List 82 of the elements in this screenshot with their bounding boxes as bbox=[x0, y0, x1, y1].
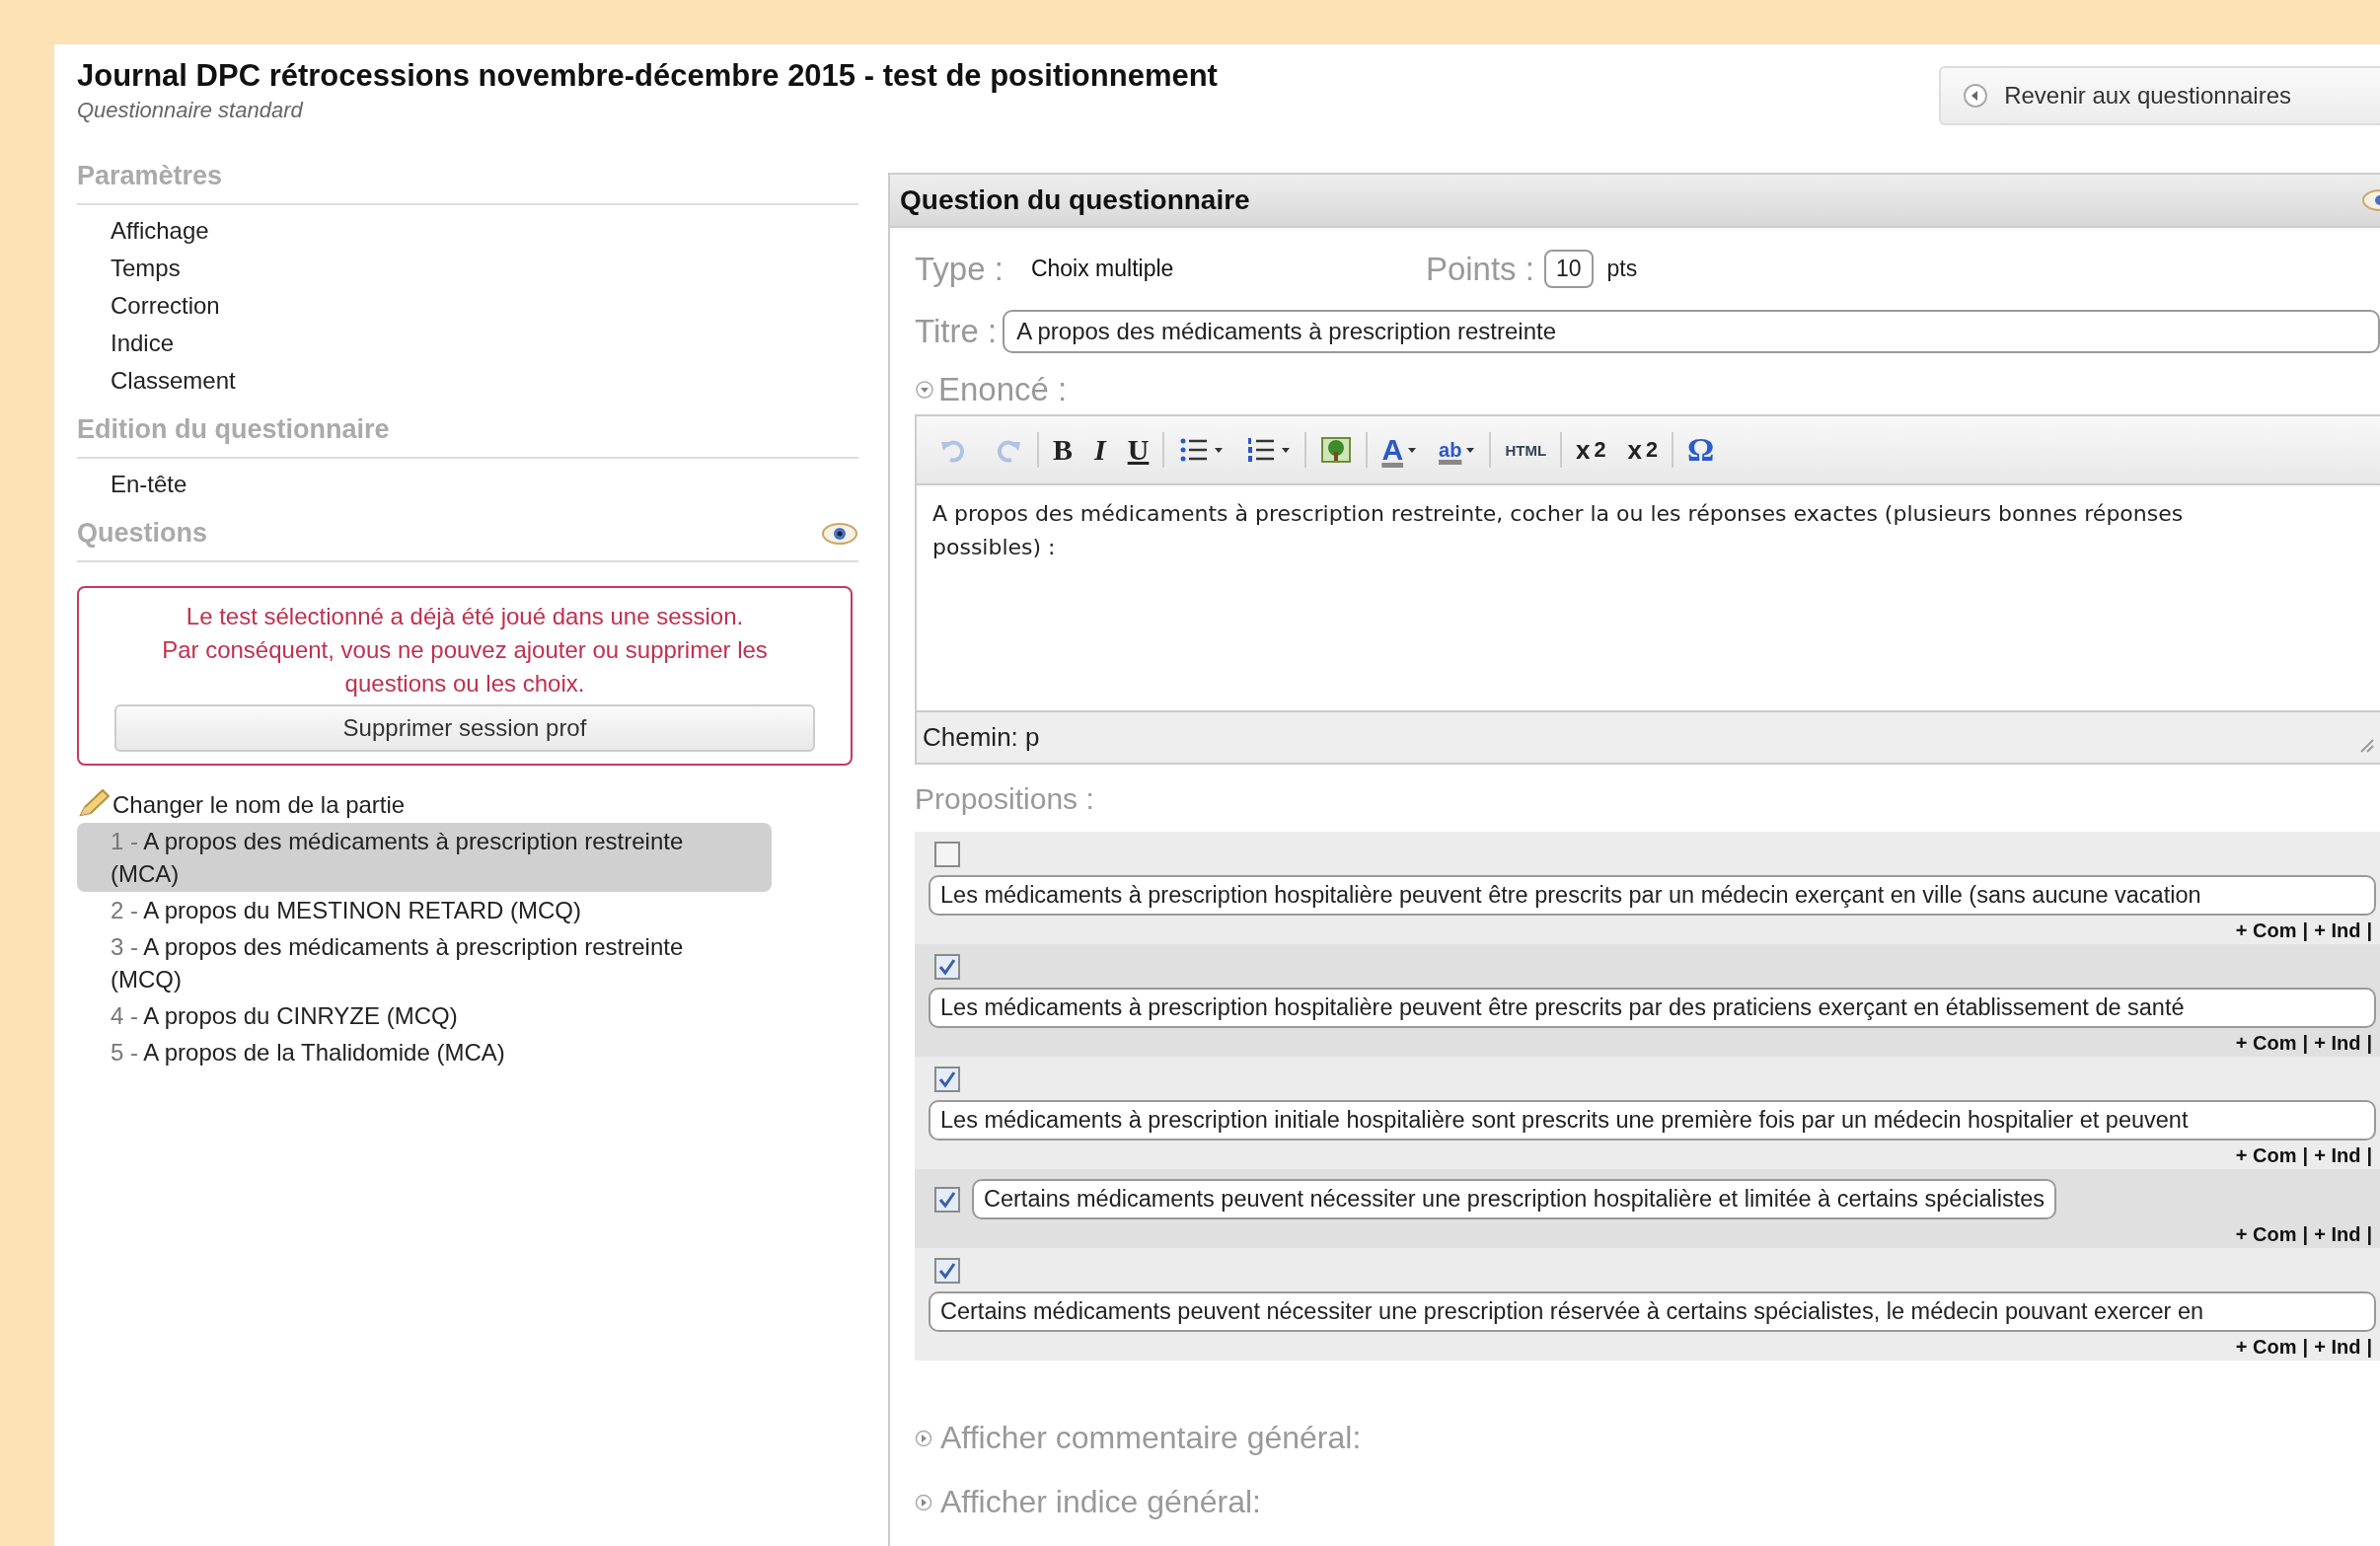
special-character-button[interactable]: Ω bbox=[1679, 431, 1723, 469]
title-label: Titre : bbox=[915, 313, 998, 350]
back-icon bbox=[1963, 83, 1989, 109]
checkbox[interactable] bbox=[934, 1258, 960, 1284]
points-unit: pts bbox=[1606, 256, 1638, 282]
rename-link[interactable]: Changer le nom de la partie bbox=[112, 791, 406, 819]
editor-path: Chemin: p bbox=[923, 722, 1040, 753]
link-separator: | bbox=[2366, 1336, 2372, 1359]
panel-title: Question du questionnaire bbox=[900, 184, 1250, 216]
checkbox[interactable] bbox=[934, 954, 960, 980]
proposition-field[interactable]: Les médicaments à prescription hospitalière peuvent être prescrits par des praticiens exerçant en établissement de santé bbox=[929, 988, 2376, 1028]
highlight-button[interactable]: ab bbox=[1431, 438, 1484, 462]
eye-icon[interactable] bbox=[821, 520, 858, 547]
action-link[interactable]: + Com bbox=[2235, 1032, 2297, 1055]
question-item[interactable]: 3 - A propos des médicaments à prescription restreinte (MCQ) bbox=[77, 928, 772, 997]
checkbox[interactable] bbox=[934, 842, 960, 867]
link-separator: | bbox=[2302, 1144, 2309, 1167]
type-label: Type : bbox=[915, 250, 1004, 288]
alert-message: Par conséquent, vous ne pouvez ajouter ou supprimer les questions ou les choix. bbox=[161, 635, 769, 699]
sidebar-item[interactable]: Affichage bbox=[111, 217, 858, 245]
action-link[interactable]: + Ind bbox=[2314, 920, 2361, 942]
pencil-icon[interactable] bbox=[77, 787, 112, 819]
delete-session-button[interactable]: Supprimer session prof bbox=[114, 704, 815, 752]
proposition-field[interactable]: Certains médicaments peuvent nécessiter une prescription hospitalière et limitée à certains spécialistes bbox=[972, 1179, 2056, 1219]
action-link[interactable]: + Com bbox=[2235, 920, 2297, 942]
link-separator: | bbox=[2366, 1144, 2372, 1167]
action-link[interactable]: + Ind bbox=[2314, 1032, 2361, 1055]
expand-icon[interactable] bbox=[915, 1493, 932, 1511]
points-label: Points : bbox=[1425, 250, 1534, 288]
html-button[interactable]: HTML bbox=[1497, 441, 1555, 459]
points-field[interactable]: 10 bbox=[1543, 250, 1594, 288]
sidebar-item[interactable]: Temps bbox=[111, 255, 858, 282]
title-field[interactable]: A propos des médicaments à prescription restreinte bbox=[1003, 310, 2380, 353]
action-link[interactable]: + Com bbox=[2235, 1336, 2297, 1359]
tree-picture-icon bbox=[1320, 434, 1353, 466]
link-separator: | bbox=[2366, 1032, 2372, 1055]
proposition-field[interactable]: Les médicaments à prescription hospitalière peuvent être prescrits par un médecin exerçant en ville (sans aucune vacation bbox=[929, 875, 2376, 916]
link-separator: | bbox=[2366, 920, 2372, 942]
caret-icon[interactable] bbox=[1214, 446, 1225, 454]
proposition-field[interactable]: Les médicaments à prescription initiale hospitalière sont prescrits une première fois par un médecin hospitalier et peuvent bbox=[929, 1100, 2376, 1141]
sidebar-item[interactable]: Indice bbox=[111, 330, 858, 357]
link-separator: | bbox=[2302, 920, 2309, 942]
eye-icon[interactable] bbox=[2362, 188, 2380, 212]
caret-icon[interactable] bbox=[1407, 446, 1418, 454]
propositions-label: Propositions : bbox=[915, 782, 1095, 816]
action-link[interactable]: + Ind bbox=[2314, 1223, 2361, 1246]
statement-label: Enoncé : bbox=[938, 371, 1068, 408]
question-item[interactable]: 4 - A propos du CINRYZE (MCQ) bbox=[77, 997, 772, 1034]
question-item[interactable]: 5 - A propos de la Thalidomide (MCA) bbox=[77, 1034, 772, 1070]
proposition-field[interactable]: Certains médicaments peuvent nécessiter une prescription réservée à certains spécialistes, le médecin pouvant exercer en bbox=[929, 1291, 2376, 1332]
action-link[interactable]: + Ind bbox=[2314, 1336, 2361, 1359]
sidebar-item[interactable]: Classement bbox=[111, 367, 858, 395]
expand-icon[interactable] bbox=[915, 1429, 932, 1447]
alert-message: Le test sélectionné a déjà été joué dans une session. bbox=[186, 602, 744, 631]
sidebar-item[interactable]: Correction bbox=[111, 292, 858, 320]
page-title: Journal DPC rétrocessions novembre-décembre 2015 - test de positionnement bbox=[77, 58, 1218, 94]
collapse-icon[interactable] bbox=[915, 380, 934, 400]
link-separator: | bbox=[2302, 1336, 2309, 1359]
caret-icon[interactable] bbox=[1281, 446, 1292, 454]
editor-text: A propos des médicaments à prescription restreinte, cocher la ou les réponses exactes (plusieurs bonnes réponses possibles) : bbox=[931, 500, 2185, 561]
checkbox[interactable] bbox=[934, 1186, 960, 1213]
checkbox[interactable] bbox=[934, 1067, 960, 1092]
link-separator: | bbox=[2302, 1032, 2309, 1055]
action-link[interactable]: + Com bbox=[2235, 1223, 2297, 1246]
action-link[interactable]: + Ind bbox=[2314, 1144, 2361, 1167]
question-item[interactable]: 2 - A propos du MESTINON RETARD (MCQ) bbox=[77, 892, 772, 928]
link-separator: | bbox=[2302, 1223, 2309, 1246]
font-color-button[interactable]: A bbox=[1374, 433, 1426, 467]
page-subtitle: Questionnaire standard bbox=[77, 98, 305, 123]
action-link[interactable]: + Com bbox=[2235, 1144, 2297, 1167]
section-heading: Edition du questionnaire bbox=[77, 414, 390, 445]
section-heading: Paramètres bbox=[77, 161, 223, 191]
type-value: Choix multiple bbox=[1030, 256, 1175, 282]
caret-icon[interactable] bbox=[1465, 446, 1476, 454]
link-separator: | bbox=[2366, 1223, 2372, 1246]
section-heading: Questions bbox=[77, 518, 208, 549]
back-button[interactable]: Revenir aux questionnaires bbox=[1939, 66, 2380, 125]
italic-button[interactable]: I bbox=[1086, 433, 1114, 467]
question-item[interactable]: 1 - A propos des médicaments à prescription restreinte (MCA) bbox=[77, 823, 772, 892]
sidebar-item[interactable]: En-tête bbox=[111, 471, 858, 498]
bold-button[interactable]: B bbox=[1045, 433, 1080, 467]
underline-button[interactable]: U bbox=[1119, 433, 1157, 467]
